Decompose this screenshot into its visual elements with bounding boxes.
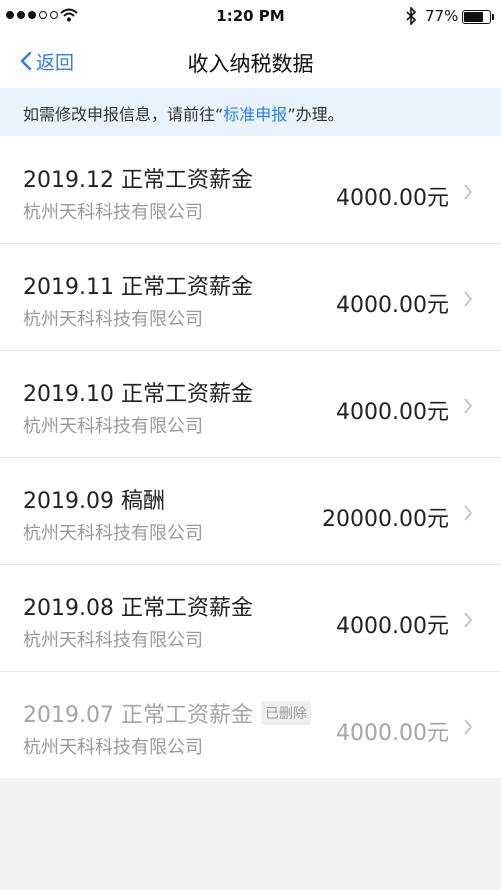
notice-banner: 如需修改申报信息，请前往“标准申报”办理。 [0,88,501,136]
record-company: 杭州天科科技有限公司 [23,523,203,544]
record-company: 杭州天科科技有限公司 [23,630,203,651]
notice-suffix: ”办理。 [287,105,344,124]
record-title: 2019.09 稿酬 [23,489,165,514]
chevron-right-icon [464,612,473,628]
record-title: 2019.08 正常工资薪金 [23,596,253,621]
chevron-right-icon [464,291,473,307]
deleted-badge: 已删除 [260,701,311,725]
chevron-right-icon [464,398,473,414]
income-record-list: 2019.12 正常工资薪金 杭州天科科技有限公司 4000.00元 2019.… [0,136,501,778]
record-amount: 4000.00元 [336,293,449,318]
bluetooth-icon [406,7,417,25]
record-title: 2019.10 正常工资薪金 [23,382,253,407]
income-record-item-deleted[interactable]: 2019.07 正常工资薪金 已删除 杭州天科科技有限公司 4000.00元 [0,671,501,778]
standard-declaration-link[interactable]: 标准申报 [223,105,287,124]
record-title: 2019.07 正常工资薪金 [23,703,253,728]
record-title: 2019.11 正常工资薪金 [23,275,253,300]
record-company: 杭州天科科技有限公司 [23,309,203,330]
battery-icon [462,10,491,24]
record-amount: 4000.00元 [336,186,449,211]
page-title: 收入纳税数据 [187,52,314,76]
record-company: 杭州天科科技有限公司 [23,202,203,223]
income-record-item[interactable]: 2019.08 正常工资薪金 杭州天科科技有限公司 4000.00元 [0,564,501,671]
battery-percent: 77% [425,7,459,25]
nav-bar: 返回 收入纳税数据 [0,34,501,88]
record-amount: 4000.00元 [336,400,449,425]
income-record-item[interactable]: 2019.09 稿酬 杭州天科科技有限公司 20000.00元 [0,457,501,564]
record-amount: 4000.00元 [336,614,449,639]
record-company: 杭州天科科技有限公司 [23,416,203,437]
income-record-item[interactable]: 2019.12 正常工资薪金 杭州天科科技有限公司 4000.00元 [0,136,501,243]
chevron-right-icon [464,719,473,735]
notice-prefix: 如需修改申报信息，请前往“ [23,105,224,124]
record-title: 2019.12 正常工资薪金 [23,168,253,193]
record-company: 杭州天科科技有限公司 [23,737,203,758]
income-record-item[interactable]: 2019.11 正常工资薪金 杭州天科科技有限公司 4000.00元 [0,243,501,350]
record-amount: 4000.00元 [336,721,449,746]
chevron-right-icon [464,505,473,521]
status-bar: 1:20 PM 77% [0,0,501,34]
record-amount: 20000.00元 [322,507,449,532]
income-record-item[interactable]: 2019.10 正常工资薪金 杭州天科科技有限公司 4000.00元 [0,350,501,457]
chevron-right-icon [464,184,473,200]
